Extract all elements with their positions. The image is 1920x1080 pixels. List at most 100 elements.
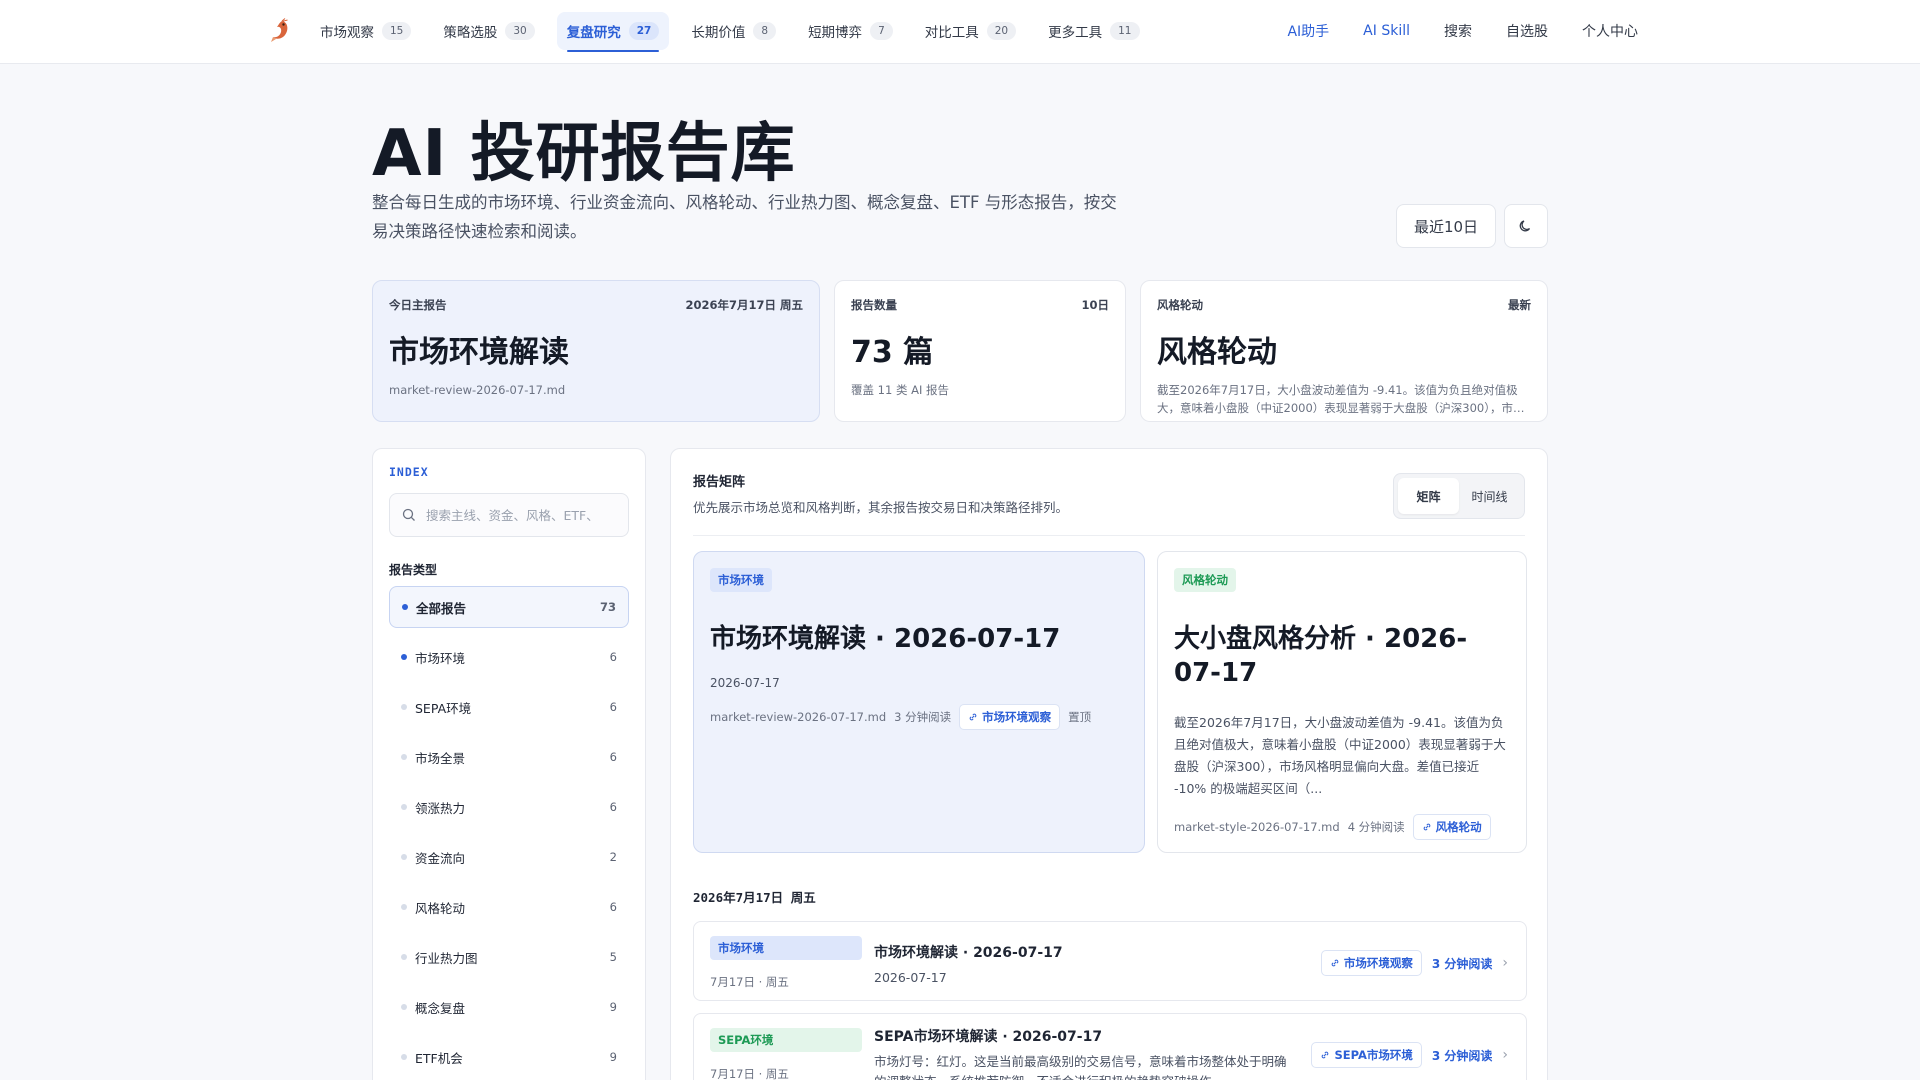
nav-count-badge: 7 bbox=[870, 22, 893, 40]
nav-strategy-picks[interactable]: 策略选股 30 bbox=[433, 12, 544, 50]
main-nav: 市场观察 15 策略选股 30 复盘研究 27 长期价值 8 短期博弈 7 对比工具 20 … bbox=[310, 12, 1150, 52]
top-nav: 市场观察 15 策略选股 30 复盘研究 27 长期价值 8 短期博弈 7 对比工具 20 … bbox=[0, 0, 1920, 64]
main-report-title: 市场环境解读 bbox=[389, 335, 569, 370]
type-item-concept-review[interactable]: 概念复盘 9 bbox=[389, 986, 629, 1028]
featured-card-style-rotation[interactable]: 风格轮动 大小盘风格分析 · 2026-07-17 截至2026年7月17日，大… bbox=[1157, 551, 1527, 853]
chevron-right-icon: › bbox=[1502, 1047, 1508, 1063]
style-rotation-desc: 截至2026年7月17日，大小盘波动差值为 -9.41。该值为负且绝对值极大，意… bbox=[1157, 383, 1525, 415]
panel-title: 报告矩阵 bbox=[693, 475, 746, 490]
main-report-file: market-review-2026-07-17.md bbox=[389, 383, 566, 397]
nav-compare-tools[interactable]: 对比工具 20 bbox=[915, 12, 1026, 50]
type-item-leading-heat[interactable]: 领涨热力 6 bbox=[389, 786, 629, 828]
chevron-right-icon: › bbox=[1502, 955, 1508, 971]
link-icon bbox=[1331, 959, 1339, 967]
type-item-fund-flow[interactable]: 资金流向 2 bbox=[389, 836, 629, 878]
list-item[interactable]: SEPA环境 7月17日 · 周五 SEPA市场环境解读 · 2026-07-1… bbox=[693, 1013, 1527, 1080]
featured-title: 大小盘风格分析 · 2026-07-17 bbox=[1174, 624, 1468, 688]
type-item-etf[interactable]: ETF机会 9 bbox=[389, 1036, 629, 1078]
nav-count-badge: 8 bbox=[753, 22, 777, 40]
featured-desc: 截至2026年7月17日，大小盘波动差值为 -9.41。该值为负且绝对值极大，意… bbox=[1174, 715, 1506, 796]
divider bbox=[693, 535, 1525, 536]
source-chip[interactable]: 风格轮动 bbox=[1412, 814, 1491, 840]
file-name: market-style-2026-07-17.md bbox=[1174, 820, 1340, 834]
row-subtitle: 市场灯号：红灯。这是当前最高级别的交易信号，意味着市场整体处于明确的调整状态，系… bbox=[874, 1054, 1287, 1080]
ai-skill-link[interactable]: AI Skill bbox=[1351, 12, 1422, 50]
date-range-button[interactable]: 最近10日 bbox=[1396, 204, 1496, 248]
nav-count-badge: 11 bbox=[1110, 22, 1140, 40]
date-group-header: 2026年7月17日 周五 bbox=[693, 890, 816, 905]
sidebar-index: INDEX 报告类型 全部报告73 市场环境6 SEPA环境6 市场全景6 领涨… bbox=[372, 448, 646, 1080]
style-rotation-title: 风格轮动 bbox=[1157, 335, 1277, 370]
type-item-sepa-env[interactable]: SEPA环境 6 bbox=[389, 686, 629, 728]
featured-card-market-env[interactable]: 市场环境 市场环境解读 · 2026-07-17 2026-07-17 mark… bbox=[693, 551, 1145, 853]
ai-assistant-link[interactable]: AI助手 bbox=[1275, 12, 1341, 50]
theme-toggle-button[interactable] bbox=[1504, 204, 1548, 248]
category-tag: 市场环境 bbox=[710, 568, 772, 592]
nav-more-tools[interactable]: 更多工具 11 bbox=[1038, 12, 1149, 50]
bullet-icon bbox=[401, 754, 407, 760]
source-chip[interactable]: SEPA市场环境 bbox=[1311, 1042, 1422, 1068]
index-label: INDEX bbox=[389, 465, 429, 479]
style-rotation-card[interactable]: 风格轮动 最新 风格轮动 截至2026年7月17日，大小盘波动差值为 -9.41。… bbox=[1140, 280, 1548, 422]
link-icon bbox=[1423, 823, 1430, 831]
type-item-market-env[interactable]: 市场环境 6 bbox=[389, 636, 629, 678]
bullet-icon bbox=[401, 804, 407, 810]
watchlist-link[interactable]: 自选股 bbox=[1494, 12, 1560, 50]
list-item[interactable]: 市场环境 7月17日 · 周五 市场环境解读 · 2026-07-17 2026… bbox=[693, 921, 1527, 1001]
nav-count-badge: 30 bbox=[505, 22, 535, 40]
type-item-industry-heatmap[interactable]: 行业热力图 5 bbox=[389, 936, 629, 978]
nav-long-term-value[interactable]: 长期价值 8 bbox=[681, 12, 786, 50]
bullet-icon bbox=[401, 954, 407, 960]
page-title: AI 投研报告库 bbox=[372, 117, 796, 191]
link-icon bbox=[969, 713, 977, 721]
bullet-icon bbox=[401, 654, 407, 660]
nav-count-badge: 20 bbox=[986, 22, 1017, 40]
nav-right: AI助手 AI Skill 搜索 自选股 个人中心 bbox=[1275, 12, 1650, 50]
search-box bbox=[389, 493, 629, 537]
nav-market-watch[interactable]: 市场观察 15 bbox=[310, 12, 421, 50]
category-tag: SEPA环境 bbox=[710, 1028, 862, 1052]
profile-link[interactable]: 个人中心 bbox=[1570, 12, 1650, 50]
read-time: 3 分钟阅读 bbox=[1431, 1048, 1493, 1063]
search-icon bbox=[402, 508, 415, 521]
panel-subtitle: 优先展示市场总览和风格判断，其余报告按交易日和决策路径排列。 bbox=[693, 500, 1069, 515]
featured-date: 2026-07-17 bbox=[710, 676, 780, 690]
search-link[interactable]: 搜索 bbox=[1432, 12, 1484, 50]
row-title: 市场环境解读 · 2026-07-17 bbox=[874, 945, 1063, 961]
view-switcher: 矩阵 时间线 bbox=[1393, 473, 1525, 519]
category-tag: 市场环境 bbox=[710, 936, 862, 960]
row-subtitle: 2026-07-17 bbox=[874, 970, 947, 985]
type-item-all[interactable]: 全部报告 73 bbox=[389, 586, 629, 628]
report-count-value: 73 篇 bbox=[851, 335, 934, 370]
moon-icon bbox=[1519, 220, 1531, 232]
read-time: 3 分钟阅读 bbox=[894, 710, 952, 724]
report-types-label: 报告类型 bbox=[389, 563, 438, 577]
bullet-icon bbox=[401, 1054, 407, 1060]
view-timeline-button[interactable]: 时间线 bbox=[1459, 478, 1520, 514]
report-matrix-panel: 报告矩阵 优先展示市场总览和风格判断，其余报告按交易日和决策路径排列。 矩阵 时… bbox=[670, 448, 1548, 1080]
nav-short-term-game[interactable]: 短期博弈 7 bbox=[798, 12, 903, 50]
nav-count-badge: 15 bbox=[382, 22, 412, 40]
report-count-card: 报告数量 10日 73 篇 覆盖 11 类 AI 报告 bbox=[834, 280, 1126, 422]
today-main-report-card[interactable]: 今日主报告 2026年7月17日 周五 市场环境解读 market-review-… bbox=[372, 280, 820, 422]
search-input[interactable] bbox=[426, 507, 616, 523]
category-tag: 风格轮动 bbox=[1174, 568, 1236, 592]
bullet-icon bbox=[401, 1004, 407, 1010]
bullet-icon bbox=[402, 604, 408, 610]
bullet-icon bbox=[401, 904, 407, 910]
type-item-style-rotation[interactable]: 风格轮动 6 bbox=[389, 886, 629, 928]
source-chip[interactable]: 市场环境观察 bbox=[959, 704, 1061, 730]
row-date: 7月17日 · 周五 bbox=[710, 975, 789, 989]
type-item-market-overview[interactable]: 市场全景 6 bbox=[389, 736, 629, 778]
shrimp-logo-icon[interactable] bbox=[268, 18, 292, 44]
featured-title: 市场环境解读 · 2026-07-17 bbox=[710, 624, 1061, 654]
read-time: 3 分钟阅读 bbox=[1431, 956, 1493, 971]
pinned-label: 置顶 bbox=[1068, 710, 1092, 724]
nav-count-badge: 27 bbox=[628, 22, 660, 40]
link-icon bbox=[1322, 1051, 1329, 1059]
nav-review-research[interactable]: 复盘研究 27 bbox=[556, 12, 670, 52]
view-matrix-button[interactable]: 矩阵 bbox=[1398, 478, 1459, 514]
file-name: market-review-2026-07-17.md bbox=[710, 710, 887, 724]
report-type-list: 全部报告 73 市场环境 6 SEPA环境 6 市场全景 6 领涨热力 6 资金流向 2 风… bbox=[389, 586, 629, 1078]
source-chip[interactable]: 市场环境观察 bbox=[1320, 950, 1422, 976]
